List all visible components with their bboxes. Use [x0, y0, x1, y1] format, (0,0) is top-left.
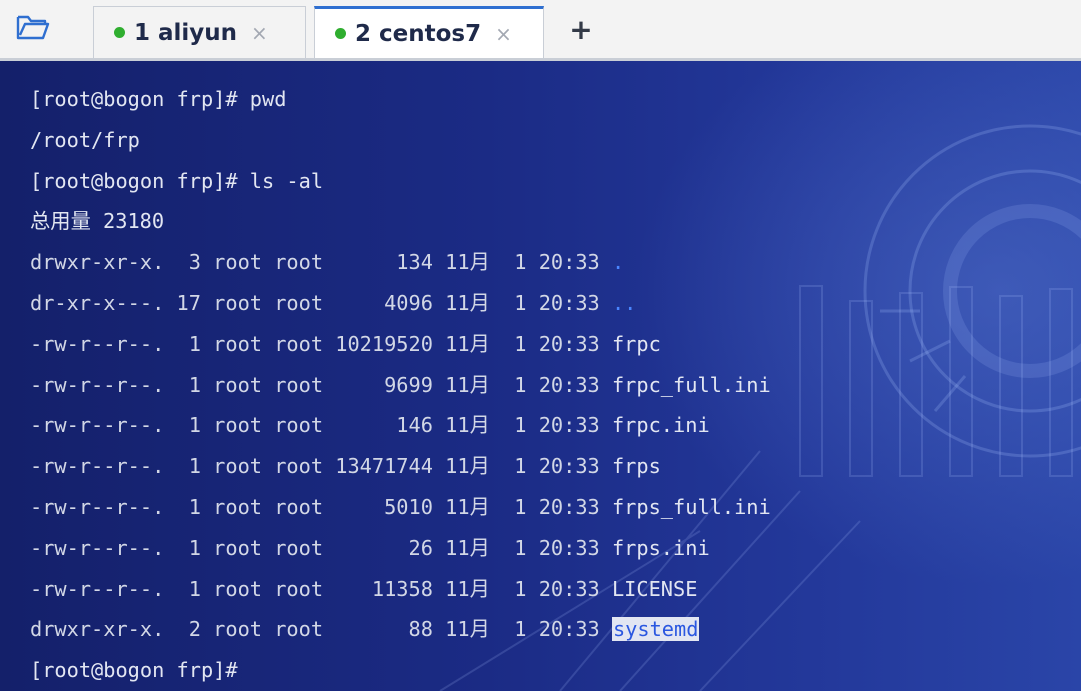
terminal-line: [root@bogon frp]# pwd [30, 87, 287, 111]
tab-aliyun[interactable]: 1 aliyun × [93, 6, 306, 58]
listing-row: -rw-r--r--. 1 root root 11358 11月 1 20:3… [30, 569, 771, 610]
tab-centos7[interactable]: 2 centos7 × [314, 6, 544, 58]
listing-details: -rw-r--r--. 1 root root 146 11月 1 20:33 [30, 413, 612, 438]
listing-row: -rw-r--r--. 1 root root 26 11月 1 20:33 f… [30, 528, 771, 569]
tab-label: 2 centos7 [355, 20, 482, 47]
listing-row: -rw-r--r--. 1 root root 9699 11月 1 20:33… [30, 365, 771, 406]
listing-row: -rw-r--r--. 1 root root 13471744 11月 1 2… [30, 446, 771, 487]
listing-details: drwxr-xr-x. 3 root root 134 11月 1 20:33 [30, 250, 612, 275]
close-icon[interactable]: × [251, 23, 268, 43]
listing-filename: frpc_full.ini [611, 372, 771, 397]
listing-filename: . [611, 250, 625, 275]
terminal-output: [root@bogon frp]# pwd /root/frp [root@bo… [30, 79, 771, 691]
listing-filename: .. [611, 290, 637, 315]
open-folder-button[interactable] [14, 8, 52, 46]
listing-filename: frps_full.ini [611, 494, 771, 519]
listing-filename: LICENSE [611, 576, 698, 601]
listing-filename: frpc.ini [611, 413, 710, 438]
terminal-line: 总用量 23180 [30, 209, 165, 234]
listing-row: drwxr-xr-x. 2 root root 88 11月 1 20:33 s… [30, 609, 771, 650]
close-icon[interactable]: × [495, 24, 512, 44]
status-dot-icon [114, 27, 125, 38]
listing-row: dr-xr-x---. 17 root root 4096 11月 1 20:3… [30, 283, 771, 324]
terminal-pane[interactable]: [root@bogon frp]# pwd /root/frp [root@bo… [0, 61, 1081, 691]
listing-row: -rw-r--r--. 1 root root 146 11月 1 20:33 … [30, 405, 771, 446]
tab-label: 1 aliyun [134, 19, 238, 46]
listing-filename: frpc [611, 331, 661, 356]
folder-icon [16, 15, 50, 40]
add-tab-button[interactable]: + [565, 13, 597, 46]
terminal-prompt[interactable]: [root@bogon frp]# [30, 650, 771, 691]
listing-row: -rw-r--r--. 1 root root 10219520 11月 1 2… [30, 324, 771, 365]
listing-details: -rw-r--r--. 1 root root 26 11月 1 20:33 [30, 535, 612, 560]
tab-bar: 1 aliyun × 2 centos7 × + [0, 0, 1081, 61]
listing-details: drwxr-xr-x. 2 root root 88 11月 1 20:33 [30, 617, 612, 642]
listing-details: -rw-r--r--. 1 root root 5010 11月 1 20:33 [30, 494, 612, 519]
listing-filename: frps.ini [611, 535, 710, 560]
listing-details: dr-xr-x---. 17 root root 4096 11月 1 20:3… [30, 290, 612, 315]
listing-row: drwxr-xr-x. 3 root root 134 11月 1 20:33 … [30, 242, 771, 283]
listing-row: -rw-r--r--. 1 root root 5010 11月 1 20:33… [30, 487, 771, 528]
listing-filename: frps [611, 454, 661, 479]
listing-details: -rw-r--r--. 1 root root 11358 11月 1 20:3… [30, 576, 612, 601]
terminal-line: /root/frp [30, 127, 140, 152]
listing-details: -rw-r--r--. 1 root root 10219520 11月 1 2… [30, 331, 612, 356]
listing-details: -rw-r--r--. 1 root root 9699 11月 1 20:33 [30, 372, 612, 397]
status-dot-icon [335, 28, 346, 39]
terminal-line: [root@bogon frp]# ls -al [30, 168, 324, 193]
listing-details: -rw-r--r--. 1 root root 13471744 11月 1 2… [30, 454, 612, 479]
listing-filename: systemd [611, 617, 700, 642]
